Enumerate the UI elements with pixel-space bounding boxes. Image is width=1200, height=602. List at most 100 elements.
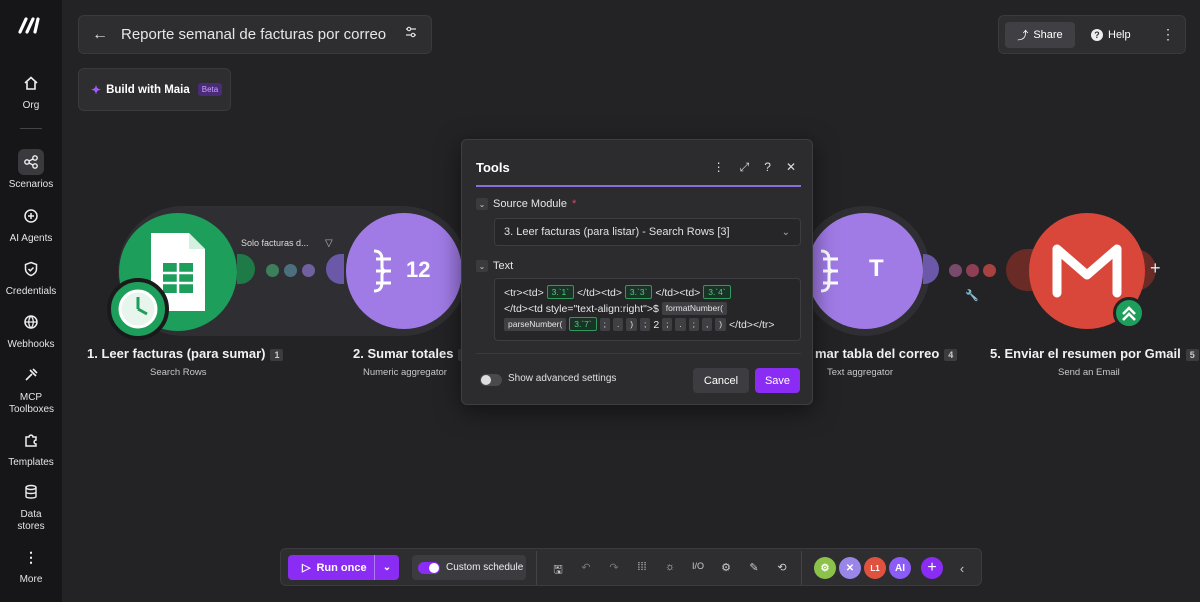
text-aggregator-icon	[820, 249, 838, 293]
help-label: Help	[1108, 29, 1131, 41]
sidebar-item-label: Org	[22, 100, 40, 111]
filter-label[interactable]: Solo facturas d...	[241, 238, 309, 248]
module-4-title: mar tabla del correo 4	[815, 346, 958, 361]
play-icon: ▷	[302, 562, 311, 574]
share-nodes-icon	[18, 149, 44, 175]
chevron-down-icon[interactable]: ⌄	[476, 260, 488, 272]
back-arrow-icon[interactable]: ←	[79, 26, 121, 44]
sidebar-item-credentials[interactable]: Credentials	[0, 256, 62, 297]
help-icon[interactable]: ?	[764, 160, 771, 175]
sidebar-item-label: MCP Toolboxes	[9, 392, 55, 415]
toggle-switch[interactable]	[418, 561, 440, 574]
expand-icon[interactable]: ⤢	[740, 160, 750, 175]
sidebar-item-label: Templates	[8, 457, 54, 468]
chevron-left-icon[interactable]: ‹	[955, 561, 969, 576]
sidebar-item-scenarios[interactable]: Scenarios	[0, 149, 62, 190]
module-5-title: 5. Enviar el resumen por Gmail 5	[990, 346, 1199, 361]
advanced-settings-toggle[interactable]	[480, 374, 502, 386]
run-once-label: Run once	[316, 561, 367, 574]
function-pill: parseNumber(	[504, 318, 567, 331]
chevron-down-icon[interactable]: ⌄	[375, 562, 399, 573]
beta-badge: Beta	[197, 83, 223, 96]
redo-icon[interactable]: ↷	[607, 561, 621, 574]
tool-icon	[18, 362, 44, 388]
sidebar-item-ai-agents[interactable]: AI Agents	[0, 203, 62, 244]
module-2-title: 2. Sumar totales2	[353, 346, 472, 361]
numeric-aggregator-icon	[373, 249, 391, 293]
sidebar-item-templates[interactable]: Templates	[0, 427, 62, 468]
app-icon-ai[interactable]: AI	[889, 557, 911, 579]
help-button[interactable]: ? Help	[1091, 22, 1143, 48]
sidebar-item-label: Webhooks	[7, 339, 55, 350]
app-icon-l1[interactable]: L1	[864, 557, 886, 579]
schedule-clock-icon[interactable]	[107, 278, 169, 340]
settings-sliders-icon[interactable]	[391, 25, 431, 44]
database-icon	[18, 479, 44, 505]
more-options-icon[interactable]: ⋮	[1161, 26, 1175, 43]
build-with-maia-button[interactable]: ✦ Build with Maia Beta	[78, 68, 231, 111]
sidebar-item-label: More	[19, 574, 43, 585]
text-label: T	[869, 255, 884, 282]
app-icon-green[interactable]: ⚙	[814, 557, 836, 579]
save-button[interactable]: Save	[755, 368, 800, 393]
chevron-down-icon[interactable]: ⌄	[476, 198, 488, 210]
text-section[interactable]: ⌄ Text	[476, 260, 513, 272]
route-dot	[266, 264, 279, 277]
sidebar-item-data-stores[interactable]: Data stores	[0, 479, 62, 533]
module-number-badge: 4	[944, 348, 958, 361]
module-5-subtitle: Send an Email	[1058, 367, 1120, 378]
save-icon[interactable]: 🖫	[551, 561, 565, 580]
history-icon[interactable]: ⟲	[775, 561, 789, 574]
sidebar-item-org[interactable]: Org	[0, 70, 62, 111]
function-pill: formatNumber(	[661, 302, 727, 315]
scenario-title[interactable]: Reporte semanal de facturas por correo	[121, 26, 391, 43]
add-module-icon[interactable]: +	[1150, 258, 1172, 282]
sidebar-item-label: AI Agents	[9, 233, 53, 244]
puzzle-icon	[18, 427, 44, 453]
module-number-badge: 1	[270, 348, 284, 361]
close-icon[interactable]: ✕	[786, 160, 796, 175]
sidebar-item-webhooks[interactable]: Webhooks	[0, 309, 62, 350]
priority-up-icon	[1113, 297, 1145, 329]
undo-icon[interactable]: ↶	[579, 561, 593, 574]
sidebar: Org Scenarios AI Agents Credentials Webh…	[0, 0, 62, 602]
app-icon-tools[interactable]: ✕	[839, 557, 861, 579]
numeric-aggregator-module[interactable]: 12	[346, 213, 462, 329]
make-logo[interactable]	[18, 16, 44, 34]
advanced-settings-label: Show advanced settings	[508, 373, 617, 384]
source-module-select[interactable]: 3. Leer facturas (para listar) - Search …	[494, 218, 801, 246]
route-dot	[983, 264, 996, 277]
more-options-icon[interactable]: ⋮	[713, 160, 725, 175]
sidebar-item-more[interactable]: ⋮ More	[0, 544, 62, 586]
variable-pill: 3.`7`	[569, 317, 597, 331]
source-module-value: 3. Leer facturas (para listar) - Search …	[504, 226, 730, 238]
dialog-header-underline	[476, 185, 801, 187]
dialog-divider	[476, 353, 801, 354]
grid-icon[interactable]: ⁞⁞⁞	[635, 561, 649, 573]
run-once-button[interactable]: ▷ Run once ⌄	[288, 555, 399, 580]
text-aggregator-module[interactable]: T	[807, 213, 923, 329]
filter-icon[interactable]: ▽	[325, 238, 333, 249]
route-dot	[949, 264, 962, 277]
source-module-label: Source Module	[493, 198, 567, 210]
source-module-section[interactable]: ⌄ Source Module *	[476, 198, 576, 210]
sidebar-item-mcp-toolboxes[interactable]: MCP Toolboxes	[0, 362, 62, 416]
route-dot	[302, 264, 315, 277]
variable-pill: 3.`4`	[703, 285, 731, 299]
text-field[interactable]: <tr><td> 3.`1` </td><td> 3.`3` </td><td>…	[494, 278, 801, 341]
share-icon: ⤴	[1017, 30, 1029, 42]
lightbulb-icon[interactable]: ☼	[663, 561, 677, 573]
numeric-label: 12	[406, 257, 431, 282]
help-circle-icon: ?	[1091, 29, 1103, 41]
add-icon[interactable]: +	[921, 557, 943, 579]
wrench-icon[interactable]: 🔧	[965, 289, 979, 302]
io-icon[interactable]: I/O	[691, 561, 705, 571]
home-icon	[18, 70, 44, 96]
notes-icon[interactable]: ✎	[747, 561, 761, 574]
variable-pill: 3.`3`	[624, 285, 653, 299]
share-button[interactable]: ⤴ Share	[1005, 22, 1075, 48]
cancel-button[interactable]: Cancel	[693, 368, 749, 393]
gear-icon[interactable]: ⚙	[719, 561, 733, 574]
custom-schedule-toggle[interactable]: Custom schedule	[412, 555, 526, 580]
scenario-header: ← Reporte semanal de facturas por correo	[78, 15, 432, 54]
